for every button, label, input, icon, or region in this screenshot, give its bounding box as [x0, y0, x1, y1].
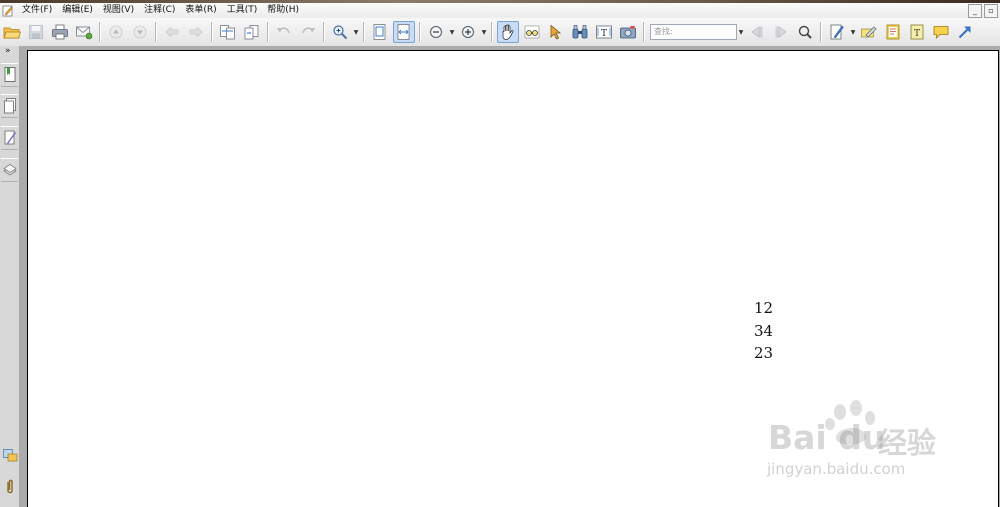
toolbar-separator [211, 22, 213, 42]
folder-open-icon[interactable] [1, 21, 23, 43]
find-next-icon[interactable] [770, 21, 792, 43]
toolbar-separator [363, 22, 365, 42]
select-arrow-icon[interactable] [545, 21, 567, 43]
fit-page-icon[interactable] [369, 21, 391, 43]
signatures-icon[interactable] [1, 444, 18, 466]
zoom-out-circle-icon[interactable] [425, 21, 447, 43]
typewriter-icon[interactable] [826, 21, 848, 43]
hand-tool-icon[interactable] [497, 21, 519, 43]
arrow-tool-icon[interactable] [954, 21, 976, 43]
typewriter-dropdown-arrow[interactable]: ▼ [849, 22, 857, 42]
toolbar-separator [99, 22, 101, 42]
window-controls: _ ▫ [968, 4, 998, 18]
insert-pages-icon[interactable] [241, 21, 263, 43]
toolbar-separator [419, 22, 421, 42]
page-text-line: 34 [754, 321, 774, 340]
svg-text:T: T [914, 29, 920, 39]
textbox-icon[interactable]: T [906, 21, 928, 43]
search-magnifier-icon[interactable] [794, 21, 816, 43]
fit-width-icon[interactable] [393, 21, 415, 43]
toolbar-separator [491, 22, 493, 42]
zoom-in-circle-icon[interactable] [457, 21, 479, 43]
edit-app-icon[interactable] [1, 4, 14, 17]
zoom-in-dropdown-arrow[interactable]: ▼ [480, 22, 488, 42]
menu-bar: 文件(F) 编辑(E) 视图(V) 注释(C) 表单(R) 工具(T) 帮助(H… [0, 3, 1000, 18]
back-arrow-icon[interactable] [161, 21, 183, 43]
minimize-button[interactable]: _ [968, 4, 982, 18]
toolbar-separator [267, 22, 269, 42]
page-thumbnails-icon[interactable] [1, 94, 18, 118]
layers-icon[interactable] [1, 158, 18, 182]
navigation-panel: » [0, 46, 20, 507]
main-toolbar: ▼ ▼ ▼ T 查找: ▼ ▼ T [0, 18, 1000, 47]
zoom-dropdown-arrow[interactable]: ▼ [352, 22, 360, 42]
redo-icon[interactable] [297, 21, 319, 43]
menu-view[interactable]: 视图(V) [98, 3, 139, 18]
toolbar-separator [323, 22, 325, 42]
watermark-cn: 经验 [878, 426, 937, 460]
menu-help[interactable]: 帮助(H) [262, 3, 304, 18]
snapshot-camera-icon[interactable] [617, 21, 639, 43]
annotations-panel-icon[interactable] [1, 126, 18, 150]
zoom-out-dropdown-arrow[interactable]: ▼ [448, 22, 456, 42]
page-up-icon[interactable] [105, 21, 127, 43]
expand-panel-icon[interactable]: » [5, 46, 11, 56]
menu-tools[interactable]: 工具(T) [222, 3, 263, 18]
page-down-icon[interactable] [129, 21, 151, 43]
note-pad-icon[interactable] [882, 21, 904, 43]
toolbar-separator [820, 22, 822, 42]
baidu-watermark: Bai du 经验 jingyan.baidu.com [740, 398, 980, 488]
find-previous-icon[interactable] [746, 21, 768, 43]
svg-text:T: T [601, 29, 607, 39]
watermark-url: jingyan.baidu.com [767, 460, 906, 478]
search-dropdown-arrow[interactable]: ▼ [737, 22, 745, 42]
save-icon[interactable] [25, 21, 47, 43]
glasses-icon[interactable] [521, 21, 543, 43]
menu-comment[interactable]: 注释(C) [139, 3, 180, 18]
zoom-in-icon[interactable] [329, 21, 351, 43]
highlight-icon[interactable] [858, 21, 880, 43]
email-icon[interactable] [73, 21, 95, 43]
app-window: 文件(F) 编辑(E) 视图(V) 注释(C) 表单(R) 工具(T) 帮助(H… [0, 0, 1000, 507]
comment-bubble-icon[interactable] [930, 21, 952, 43]
menu-form[interactable]: 表单(R) [180, 3, 221, 18]
restore-button[interactable]: ▫ [984, 4, 998, 18]
forward-arrow-icon[interactable] [185, 21, 207, 43]
page-text: 12 34 23 [754, 297, 773, 365]
search-input[interactable]: 查找: [650, 24, 737, 40]
bookmarks-icon[interactable] [1, 63, 18, 87]
extract-pages-icon[interactable] [217, 21, 239, 43]
watermark-brand: Bai du [768, 418, 886, 457]
page-text-line: 23 [754, 344, 774, 362]
text-select-icon[interactable]: T [593, 21, 615, 43]
attachments-paperclip-icon[interactable] [1, 476, 18, 498]
toolbar-separator [643, 22, 645, 42]
menu-file[interactable]: 文件(F) [17, 3, 57, 18]
printer-icon[interactable] [49, 21, 71, 43]
page-text-line: 12 [754, 299, 774, 317]
binoculars-icon[interactable] [569, 21, 591, 43]
toolbar-separator [155, 22, 157, 42]
menu-edit[interactable]: 编辑(E) [57, 3, 98, 18]
undo-icon[interactable] [273, 21, 295, 43]
